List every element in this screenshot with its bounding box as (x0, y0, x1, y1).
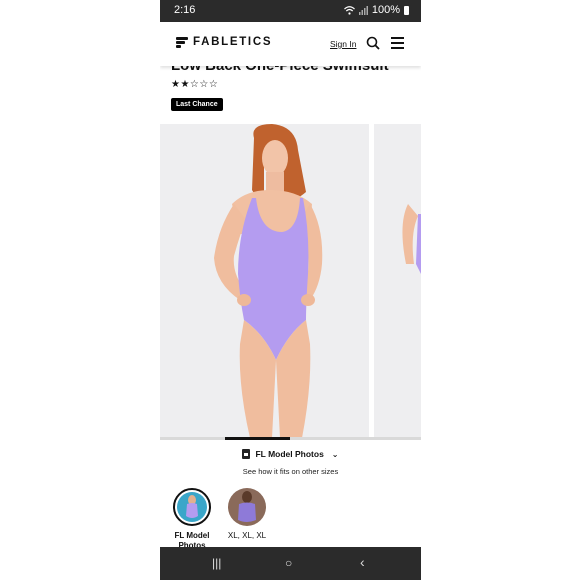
sign-in-link[interactable]: Sign In (330, 39, 356, 49)
thumbnail-image (228, 488, 266, 526)
battery-percent: 100% (371, 4, 400, 16)
photo-album-icon (242, 449, 251, 459)
hamburger-menu-icon[interactable] (391, 37, 404, 49)
back-button[interactable]: ‹ (360, 554, 365, 570)
gallery-scroll-indicator[interactable] (160, 437, 421, 440)
site-header: FABLETICS Sign In (160, 22, 421, 66)
model-photo-thumbnails: FL Model Photos XL, XL, XL (160, 488, 421, 550)
phone-screen: 2:16 100% Low Back One-Piece Swimsuit (160, 0, 421, 580)
brand-logo[interactable]: FABLETICS (176, 36, 272, 48)
signal-icon (358, 5, 368, 15)
search-icon[interactable] (366, 36, 380, 50)
model-photo (214, 124, 323, 438)
thumbnail-label: FL Model (174, 531, 210, 540)
gallery-scroll-thumb[interactable] (225, 437, 290, 440)
home-button[interactable]: ○ (285, 556, 292, 570)
brand-name: FABLETICS (193, 36, 273, 48)
status-bar: 2:16 100% (160, 0, 421, 22)
last-chance-badge: Last Chance (171, 98, 223, 111)
wifi-icon (343, 5, 355, 15)
fabletics-logo-icon (176, 36, 188, 48)
model-photo-partial (402, 204, 421, 274)
thumbnail-image (173, 488, 211, 526)
rating-stars[interactable]: ★★☆☆☆ (171, 79, 218, 90)
status-time: 2:16 (174, 4, 196, 16)
thumbnail-xl-sizes[interactable]: XL, XL, XL (225, 488, 269, 540)
fit-subtitle: See how it fits on other sizes (242, 467, 339, 476)
product-image-main[interactable] (160, 124, 369, 438)
thumbnail-fl-model-photos[interactable]: FL Model Photos (170, 488, 214, 550)
status-icons: 100% (343, 4, 409, 16)
product-image-gallery[interactable] (160, 124, 421, 438)
chevron-down-icon: ⌄ (331, 449, 339, 459)
model-photos-dropdown[interactable]: FL Model Photos ⌄ (160, 449, 421, 459)
battery-icon (404, 5, 409, 15)
product-image-next[interactable] (374, 124, 421, 438)
model-photos-label: FL Model Photos (255, 449, 324, 459)
thumbnail-label: XL, XL, XL (227, 531, 267, 540)
recent-apps-button[interactable]: ||| (212, 556, 221, 570)
android-nav-bar: ||| ○ ‹ (160, 547, 421, 580)
